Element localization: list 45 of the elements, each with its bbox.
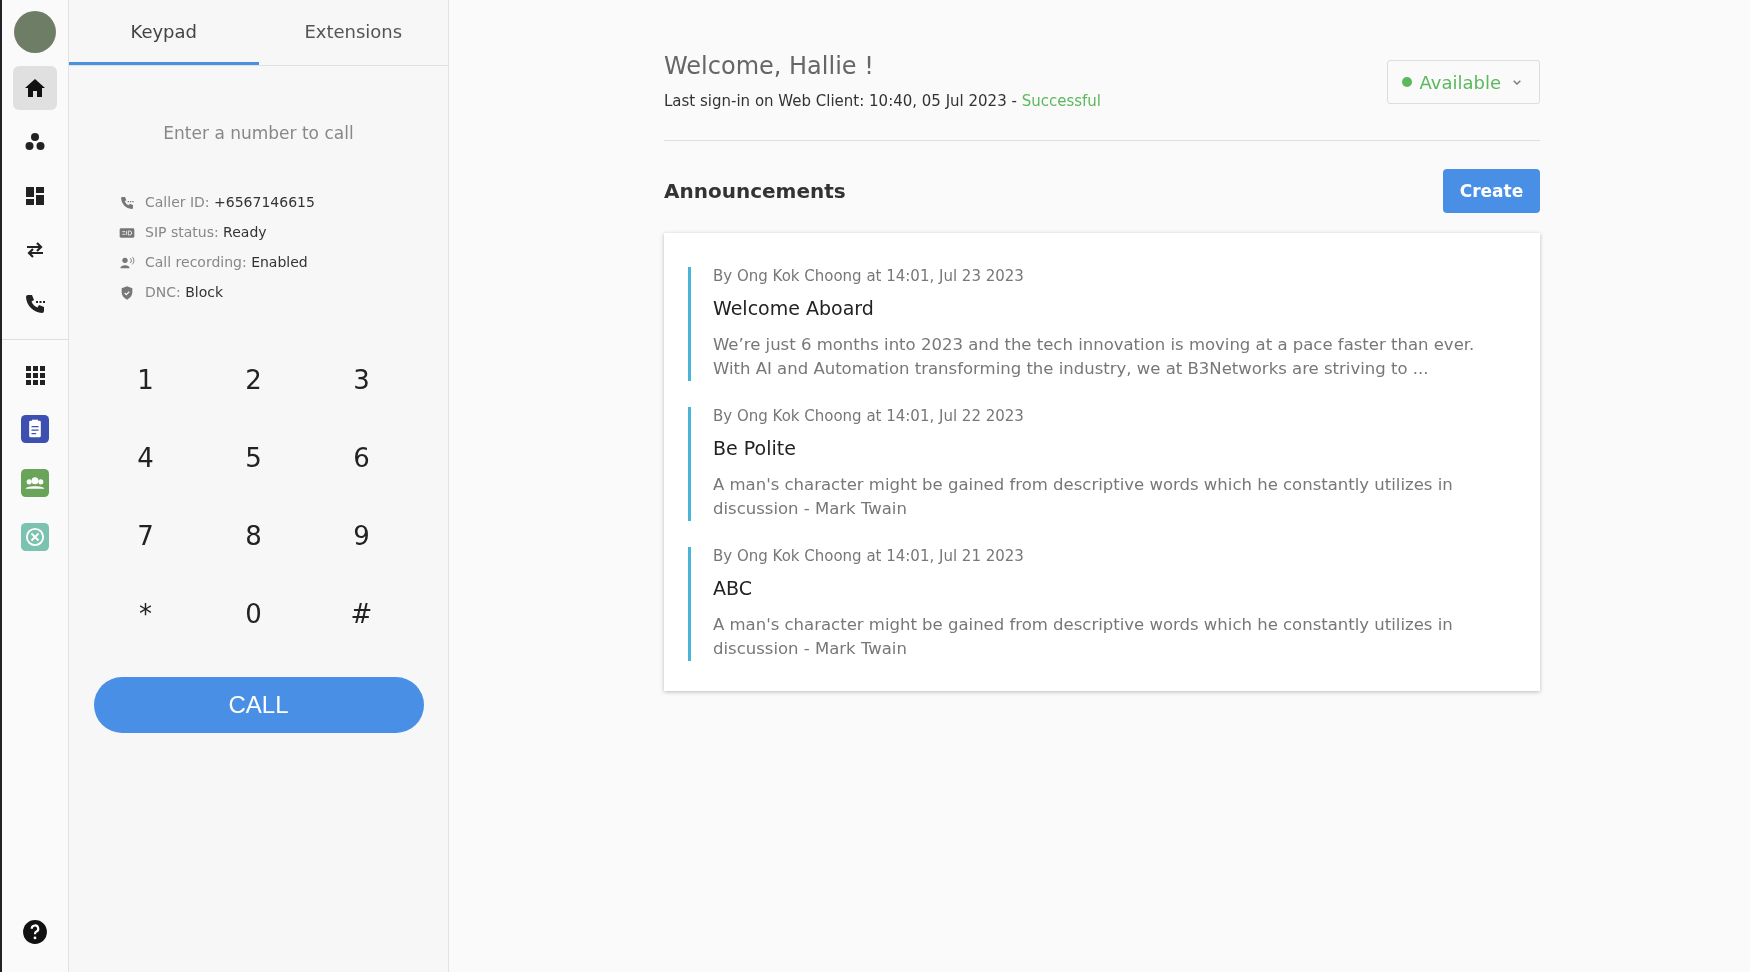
section-title: Announcements xyxy=(664,179,846,203)
welcome-heading: Welcome, Hallie ! xyxy=(664,52,875,80)
keypad-key[interactable]: 8 xyxy=(199,497,308,575)
announcement-byline: By Ong Kok Choong at 14:01, Jul 21 2023 xyxy=(713,547,1025,565)
tab[interactable]: Keypad xyxy=(69,0,259,65)
shield-check-icon xyxy=(119,284,135,301)
help-icon xyxy=(22,919,48,945)
announcement-title: Be Polite xyxy=(713,437,797,459)
keypad-key[interactable]: 0 xyxy=(199,575,308,653)
phone-icon xyxy=(23,292,47,316)
person-speaking-icon xyxy=(119,254,135,271)
keypad-key[interactable]: * xyxy=(91,575,200,653)
info-text: DNC: Block xyxy=(145,284,224,301)
announcement-body: A man's character might be gained from descriptive words which he constantly utilizes in discussion - Mark Twain xyxy=(713,614,1454,660)
keypad-key[interactable]: 3 xyxy=(307,341,416,419)
dashboard-icon xyxy=(23,184,47,208)
avatar[interactable] xyxy=(14,11,56,53)
keypad-key[interactable]: 5 xyxy=(199,419,308,497)
clipboard-icon xyxy=(21,415,49,443)
announcement-item[interactable]: By Ong Kok Choong at 14:01, Jul 21 2023 ABC A man's character might be gained from descriptive words which he constantly utilizes in discussion - Mark Twain xyxy=(688,547,1510,661)
announcement-body: A man's character might be gained from descriptive words which he constantly utilizes in discussion - Mark Twain xyxy=(713,474,1454,520)
announcement-body: We’re just 6 months into 2023 and the tech innovation is moving at a pace faster than ever. With AI and Automation transforming the industry, we at B3Networks are striving to ... xyxy=(713,334,1476,380)
keypad-key[interactable]: 9 xyxy=(307,497,416,575)
keypad-key[interactable]: 7 xyxy=(91,497,200,575)
people-icon xyxy=(21,469,49,497)
last-signin-text: Last sign-in on Web Client: 10:40, 05 Jul 2023 - Successful xyxy=(664,92,1101,110)
announcement-item[interactable]: By Ong Kok Choong at 14:01, Jul 22 2023 Be Polite A man's character might be gained from descriptive words which he constantly utilizes in discussion - Mark Twain xyxy=(688,407,1510,521)
keypad-key[interactable]: 1 xyxy=(91,341,200,419)
number-input-field[interactable]: Enter a number to call xyxy=(108,122,409,144)
keypad-key[interactable]: 4 xyxy=(91,419,200,497)
tab[interactable]: Extensions xyxy=(258,0,448,65)
info-text: SIP status: Ready xyxy=(145,224,267,241)
phone-icon xyxy=(119,194,135,211)
keypad-key[interactable]: # xyxy=(307,575,416,653)
keypad-key[interactable]: 2 xyxy=(199,341,308,419)
announcement-title: Welcome Aboard xyxy=(713,297,875,319)
keypad-key[interactable]: 6 xyxy=(307,419,416,497)
info-text: Caller ID: +6567146615 xyxy=(145,194,315,211)
nav-button[interactable] xyxy=(13,66,57,110)
grid-icon xyxy=(23,363,47,387)
announcement-byline: By Ong Kok Choong at 14:01, Jul 22 2023 xyxy=(713,407,1025,425)
announcement-byline: By Ong Kok Choong at 14:01, Jul 23 2023 xyxy=(713,267,1025,285)
announcement-title: ABC xyxy=(713,577,753,599)
info-text: Call recording: Enabled xyxy=(145,254,308,271)
home-icon xyxy=(23,76,47,100)
